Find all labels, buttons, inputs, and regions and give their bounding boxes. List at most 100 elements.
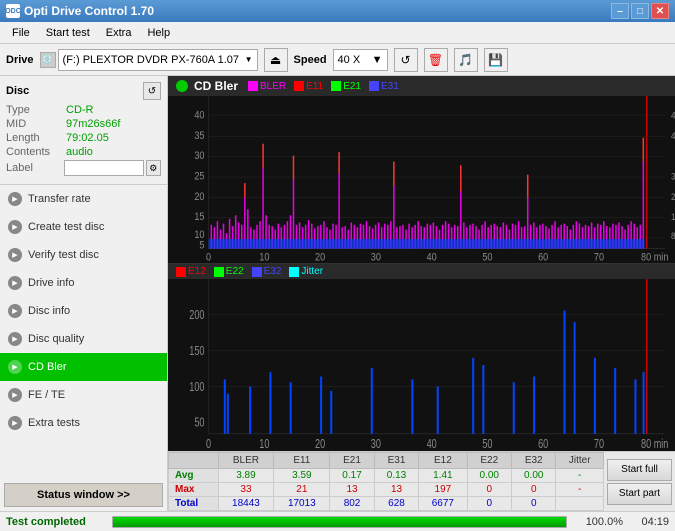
svg-text:20: 20: [194, 191, 205, 203]
disc-type-label: Type: [6, 104, 66, 116]
svg-text:0: 0: [206, 438, 211, 451]
disc-refresh-button[interactable]: ↺: [143, 82, 161, 100]
sidebar-label-transfer-rate: Transfer rate: [28, 193, 91, 205]
drive-label: Drive: [6, 54, 34, 66]
menu-help[interactable]: Help: [139, 25, 178, 41]
clear-button[interactable]: 🗑: [424, 48, 448, 72]
total-e31: 628: [374, 497, 418, 511]
avg-jitter: -: [556, 469, 604, 483]
start-full-button[interactable]: Start full: [607, 459, 672, 481]
total-e22: 0: [467, 497, 511, 511]
sidebar-label-fe-te: FE / TE: [28, 389, 65, 401]
svg-text:40 X: 40 X: [671, 130, 675, 141]
verify-test-disc-icon: ▶: [8, 248, 22, 262]
svg-text:50: 50: [482, 438, 492, 451]
svg-text:50: 50: [482, 252, 493, 263]
svg-text:35: 35: [194, 130, 205, 142]
svg-text:40: 40: [427, 438, 437, 451]
save-button[interactable]: 💾: [484, 48, 508, 72]
disc-title: Disc: [6, 85, 29, 97]
sidebar-item-verify-test-disc[interactable]: ▶ Verify test disc: [0, 241, 167, 269]
eject-button[interactable]: ⏏: [264, 48, 288, 72]
chart1-icon: [176, 80, 188, 92]
main-area: Disc ↺ Type CD-R MID 97m26s66f Length 79…: [0, 76, 675, 511]
legend-bler-color: [248, 81, 258, 91]
sidebar: Disc ↺ Type CD-R MID 97m26s66f Length 79…: [0, 76, 168, 511]
legend-e32: E32: [252, 266, 282, 277]
status-text: Test completed: [6, 516, 106, 528]
svg-text:80 min: 80 min: [641, 252, 668, 263]
sidebar-label-disc-quality: Disc quality: [28, 333, 84, 345]
maximize-button[interactable]: □: [631, 3, 649, 19]
sidebar-item-extra-tests[interactable]: ▶ Extra tests: [0, 409, 167, 437]
max-e31: 13: [374, 483, 418, 497]
chart1-svg: 40 35 30 25 20 15 10 5 0 10 20 30 40 50 …: [168, 96, 675, 263]
sidebar-item-transfer-rate[interactable]: ▶ Transfer rate: [0, 185, 167, 213]
svg-text:15: 15: [194, 211, 205, 223]
sidebar-item-disc-info[interactable]: ▶ Disc info: [0, 297, 167, 325]
max-jitter: -: [556, 483, 604, 497]
stats-area: BLER E11 E21 E31 E12 E22 E32 Jitter Avg: [168, 451, 675, 511]
drive-dropdown[interactable]: (F:) PLEXTOR DVDR PX-760A 1.07 ▼: [58, 49, 258, 71]
disc-length-value: 79:02.05: [66, 132, 109, 144]
stats-table: BLER E11 E21 E31 E12 E22 E32 Jitter Avg: [168, 452, 604, 511]
svg-text:32 X: 32 X: [671, 171, 675, 182]
legend-e22-label: E22: [226, 266, 244, 277]
sidebar-item-create-test-disc[interactable]: ▶ Create test disc: [0, 213, 167, 241]
status-window-button[interactable]: Status window >>: [4, 483, 163, 507]
max-e11: 21: [274, 483, 330, 497]
svg-text:24 X: 24 X: [671, 191, 675, 202]
disc-label-input[interactable]: [64, 160, 144, 176]
speed-dropdown-arrow: ▼: [372, 54, 383, 66]
legend-e12: E12: [176, 266, 206, 277]
close-button[interactable]: ✕: [651, 3, 669, 19]
legend-jitter: Jitter: [289, 266, 323, 277]
app-icon: ODC: [6, 4, 20, 18]
avg-e12: 1.41: [419, 469, 467, 483]
drive-icon: 💿: [40, 52, 56, 68]
sidebar-nav: ▶ Transfer rate ▶ Create test disc ▶ Ver…: [0, 185, 167, 479]
legend-e32-color: [252, 267, 262, 277]
svg-text:40: 40: [194, 110, 205, 122]
legend-e31-label: E31: [381, 81, 399, 92]
avg-e32: 0.00: [511, 469, 555, 483]
stats-table-wrap: BLER E11 E21 E31 E12 E22 E32 Jitter Avg: [168, 452, 604, 511]
disc-panel: Disc ↺ Type CD-R MID 97m26s66f Length 79…: [0, 76, 167, 185]
drive-dropdown-arrow: ▼: [245, 55, 253, 64]
sidebar-item-drive-info[interactable]: ▶ Drive info: [0, 269, 167, 297]
svg-text:70: 70: [594, 438, 604, 451]
col-header-e11: E11: [274, 453, 330, 469]
max-bler: 33: [218, 483, 274, 497]
menu-file[interactable]: File: [4, 25, 38, 41]
total-e12: 6677: [419, 497, 467, 511]
audio-button[interactable]: 🎵: [454, 48, 478, 72]
sidebar-item-disc-quality[interactable]: ▶ Disc quality: [0, 325, 167, 353]
chart2-header: E12 E22 E32 Jitter: [168, 264, 675, 279]
progress-bar-wrap: [112, 516, 567, 528]
total-e32: 0: [511, 497, 555, 511]
drive-info-icon: ▶: [8, 276, 22, 290]
sidebar-item-cd-bler[interactable]: ▶ CD Bler: [0, 353, 167, 381]
start-part-button[interactable]: Start part: [607, 483, 672, 505]
svg-text:70: 70: [594, 252, 605, 263]
disc-label-gear-button[interactable]: ⚙: [146, 160, 161, 176]
max-e22: 0: [467, 483, 511, 497]
disc-label-label: Label: [6, 162, 64, 174]
disc-contents-label: Contents: [6, 146, 66, 158]
sidebar-item-fe-te[interactable]: ▶ FE / TE: [0, 381, 167, 409]
chart1-section: CD Bler BLER E11 E21: [168, 76, 675, 263]
chart2-section: E12 E22 E32 Jitter: [168, 263, 675, 451]
cd-bler-icon: ▶: [8, 360, 22, 374]
speed-dropdown[interactable]: 40 X ▼: [333, 49, 388, 71]
disc-type-value: CD-R: [66, 104, 94, 116]
legend-e21: E21: [331, 81, 361, 92]
chart1-title: CD Bler: [194, 79, 238, 93]
legend-bler-label: BLER: [260, 81, 286, 92]
minimize-button[interactable]: –: [611, 3, 629, 19]
menu-extra[interactable]: Extra: [98, 25, 140, 41]
refresh-speed-button[interactable]: ↺: [394, 48, 418, 72]
extra-tests-icon: ▶: [8, 416, 22, 430]
menu-start-test[interactable]: Start test: [38, 25, 98, 41]
legend-e11-color: [294, 81, 304, 91]
app-title: Opti Drive Control 1.70: [24, 4, 154, 18]
